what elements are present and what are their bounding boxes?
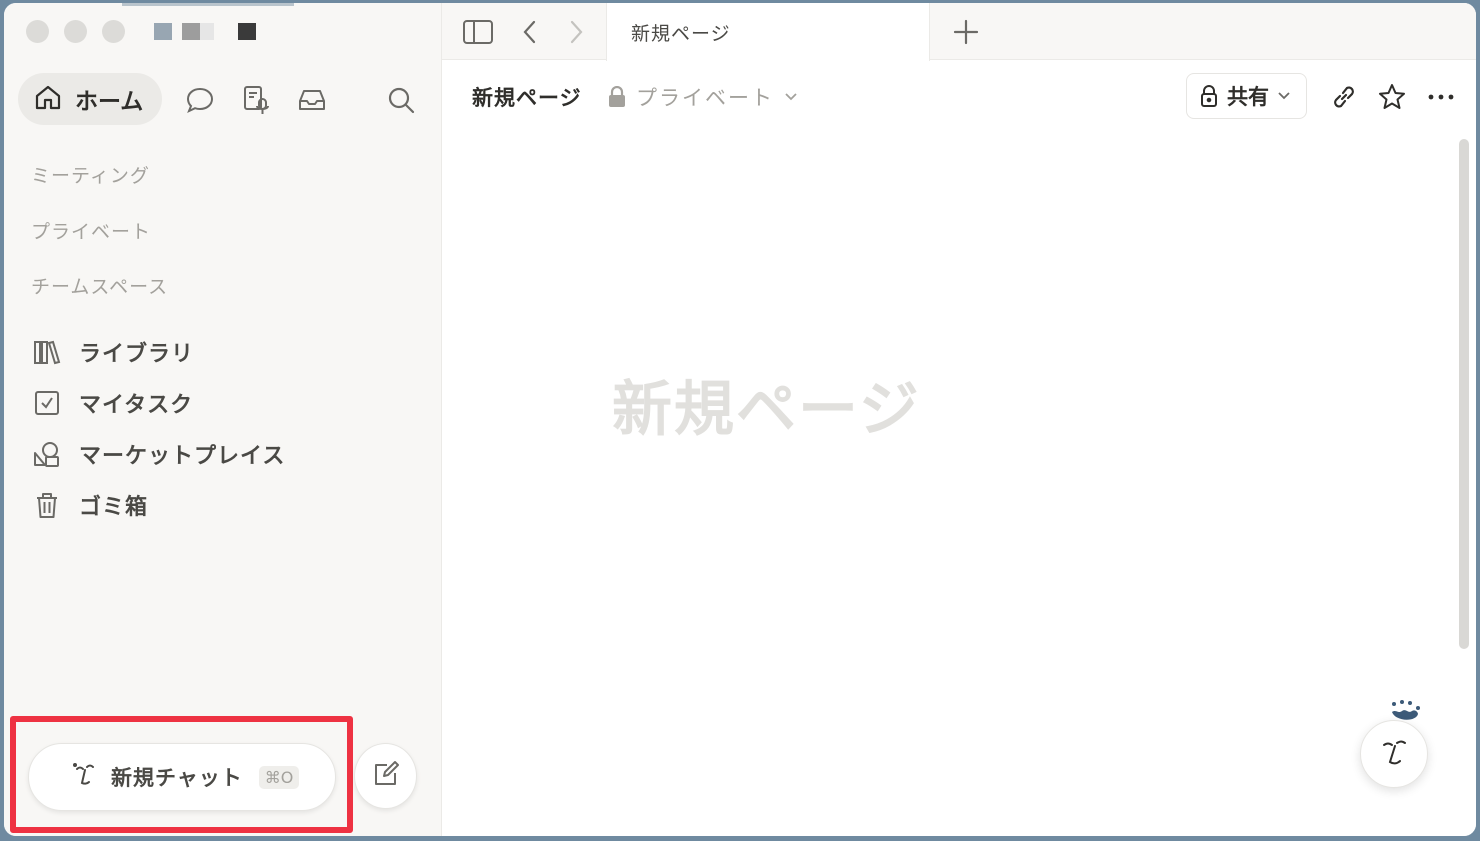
ai-assistant-button[interactable] — [1360, 720, 1428, 788]
chevron-down-icon — [1277, 91, 1291, 101]
share-button[interactable]: 共有 — [1186, 73, 1307, 119]
ai-face-icon — [1376, 734, 1412, 774]
window-drag-strip — [122, 3, 294, 6]
checkbox-icon — [32, 388, 62, 418]
visibility-label: プライベート — [636, 86, 774, 110]
sidebar: ホーム ミーティング プライベート チームスペース ライブラリ マイタスク マー… — [4, 3, 442, 836]
new-chat-label: 新規チャット — [111, 766, 243, 790]
window-controls — [26, 20, 125, 43]
library-icon — [32, 337, 62, 367]
link-icon[interactable] — [1328, 81, 1360, 113]
search-icon[interactable] — [385, 84, 417, 116]
trash-icon — [32, 490, 62, 520]
tab-new-page[interactable]: 新規ページ — [606, 3, 930, 61]
back-arrow-icon[interactable] — [514, 16, 546, 48]
sidebar-item-label: マイタスク — [79, 393, 194, 418]
tab-label: 新規ページ — [631, 22, 731, 45]
main-area: 新規ページ 新規ページ プライベート 共有 新規ページ — [442, 3, 1476, 836]
more-options-icon[interactable] — [1425, 81, 1457, 113]
minimize-window-button[interactable] — [64, 20, 87, 43]
sidebar-toggle-icon[interactable] — [462, 16, 494, 48]
sidebar-item-label: ゴミ箱 — [79, 495, 149, 520]
ai-face-icon — [71, 761, 99, 793]
new-chat-button[interactable]: 新規チャット ⌘O — [28, 743, 336, 811]
sidebar-item-trash[interactable]: ゴミ箱 — [32, 487, 148, 523]
close-window-button[interactable] — [26, 20, 49, 43]
section-teamspace[interactable]: チームスペース — [31, 272, 168, 299]
sidebar-item-label: ライブラリ — [79, 342, 195, 367]
swatch-blue — [154, 23, 172, 40]
swatch-gray — [182, 23, 214, 40]
sidebar-item-label: マーケットプレイス — [79, 444, 286, 469]
app-window: ホーム ミーティング プライベート チームスペース ライブラリ マイタスク マー… — [4, 3, 1476, 836]
new-tab-plus-icon[interactable] — [950, 16, 982, 48]
toolbar-swatches — [154, 23, 256, 40]
inbox-icon[interactable] — [296, 84, 328, 116]
sidebar-item-library[interactable]: ライブラリ — [32, 334, 194, 370]
forward-arrow-icon[interactable] — [560, 16, 592, 48]
chat-bubble-icon[interactable] — [184, 84, 216, 116]
section-private[interactable]: プライベート — [31, 217, 151, 244]
marketplace-icon — [32, 439, 62, 469]
breadcrumb-page-title[interactable]: 新規ページ — [472, 82, 582, 112]
compose-icon — [371, 759, 401, 793]
swatch-dark — [238, 23, 256, 40]
sidebar-item-marketplace[interactable]: マーケットプレイス — [32, 436, 285, 472]
home-button[interactable]: ホーム — [18, 73, 162, 125]
page-title-placeholder[interactable]: 新規ページ — [612, 361, 921, 448]
section-meetings[interactable]: ミーティング — [31, 161, 150, 188]
scrollbar[interactable] — [1459, 139, 1469, 649]
visibility-dropdown[interactable]: プライベート — [608, 82, 798, 112]
lock-icon — [608, 86, 626, 108]
home-label: ホーム — [75, 89, 144, 115]
home-icon — [33, 82, 63, 116]
tab-bar: 新規ページ — [442, 3, 1476, 61]
chevron-down-icon — [784, 92, 798, 102]
sidebar-nav: ホーム — [18, 73, 428, 126]
new-chat-shortcut: ⌘O — [258, 765, 300, 789]
meeting-notes-icon[interactable] — [240, 84, 272, 116]
share-label: 共有 — [1227, 85, 1269, 109]
star-icon[interactable] — [1376, 81, 1408, 113]
lock-icon — [1199, 84, 1219, 108]
sidebar-item-my-tasks[interactable]: マイタスク — [32, 385, 193, 421]
zoom-window-button[interactable] — [102, 20, 125, 43]
new-page-button[interactable] — [354, 743, 417, 809]
